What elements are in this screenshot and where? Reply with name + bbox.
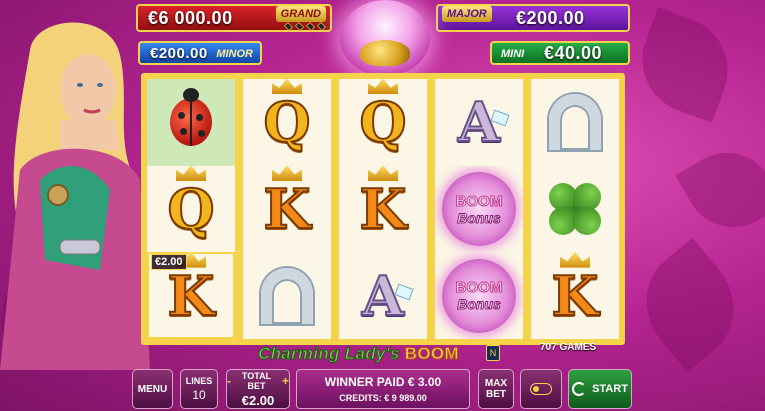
charming-lady-illustration [0,22,150,370]
boom-text: BOOM [455,192,503,210]
major-jackpot: MAJOR €200.00 [436,4,630,32]
minor-jackpot-label: MINOR [216,48,253,60]
grand-jackpot-label: GRAND [275,6,326,22]
reel-cell [147,79,235,166]
major-jackpot-label: MAJOR [442,6,492,22]
reel-3: QKA [339,79,427,339]
ladybug-icon [170,88,212,147]
symbol-k: K [167,252,215,329]
crown-icon [271,79,302,95]
control-bar: MENU LINES 10 - TOTAL BET + €2.00 WINNER… [0,364,765,411]
horseshoe-icon [549,94,601,151]
symbol-k: K [263,165,311,242]
crown-icon [272,165,302,181]
total-bet-label: TOTAL BET [241,370,272,391]
reel-cell: A [339,252,427,339]
reel-5: K [531,79,619,339]
boom-text: BOOM [455,279,503,297]
reel-cell: K [531,252,619,339]
horseshoe-icon [261,267,313,324]
diamond-icon [490,109,510,127]
start-label: START [592,383,628,395]
reel-cell: A [435,79,523,166]
bet-minus-button[interactable]: - [227,374,231,388]
minor-jackpot: €200.00 MINOR [138,41,262,65]
bonus-text: Bonus [457,296,502,313]
spin-icon [572,382,587,396]
winner-paid-text: WINNER PAID € 3.00 [324,375,442,389]
toggle-icon [530,383,552,395]
reel-grid: Q K €2.00 Q K Q K A A BOOM Bonus BOOM Bonus K [147,79,619,339]
reel-frame[interactable]: Q K €2.00 Q K Q K A A BOOM Bonus BOOM Bonus K [141,73,625,345]
reel-cell: K [339,165,427,253]
background-leaf [675,135,765,245]
symbol-q: Q [166,165,216,242]
diamond-icon [394,283,414,301]
reel-2: QK [243,79,331,339]
game-logo: Charming Lady's BOOM [258,344,460,364]
reel-1: Q K €2.00 [147,79,235,339]
lines-value: 10 [192,388,206,402]
reel-cell: K [243,165,331,253]
background-leaf [627,7,743,123]
boom-bonus-icon: BOOM Bonus [442,258,516,333]
reel-cell: Q [243,79,331,166]
lines-label: LINES [185,376,213,386]
bet-plus-button[interactable]: + [282,374,289,388]
symbol-a: A [361,263,414,329]
autoplay-toggle[interactable] [520,369,562,409]
start-button[interactable]: START [568,369,632,409]
reel-cell: K €2.00 [147,252,235,339]
logo-boom: BOOM [404,344,459,364]
novoline-badge-icon: N [486,345,500,361]
grand-gems-icon [283,21,327,32]
win-panel: WINNER PAID € 3.00 CREDITS: € 9 989.00 [296,369,470,409]
crown-icon [175,165,206,181]
gold-coins-icon [360,40,410,66]
studio-logo: 707 GAMES [540,342,597,353]
crown-icon [368,165,398,181]
reel-cell [531,166,619,253]
symbol-q: Q [358,79,408,155]
crown-icon [560,252,590,268]
reel-cell: Q [147,165,235,253]
reel-cell: BOOM Bonus [435,252,523,339]
symbol-k: K [551,252,599,329]
symbol-a: A [457,89,510,155]
win-amount-label: €2.00 [151,254,187,271]
grand-jackpot: €6 000.00 GRAND [136,4,332,32]
credits-text: CREDITS: € 9 989.00 [339,393,427,403]
grand-jackpot-value: €6 000.00 [148,7,233,28]
reel-cell [243,252,331,339]
reel-cell: Q [339,79,427,166]
mini-jackpot-label: MINI [501,48,525,60]
coin-orb-icon [340,0,430,76]
crown-icon [367,79,398,95]
clover-icon [545,179,605,239]
menu-button[interactable]: MENU [132,369,173,409]
max-bet-button[interactable]: MAX BET [478,369,514,409]
total-bet-value: €2.00 [241,392,275,408]
logo-text: Charming Lady's [258,344,400,364]
total-bet-control: - TOTAL BET + €2.00 [226,369,290,409]
reel-cell: BOOM Bonus [435,166,523,253]
background-leaf [623,237,757,373]
boom-bonus-icon: BOOM Bonus [442,172,516,246]
lines-display[interactable]: LINES 10 [180,369,218,409]
symbol-q: Q [262,79,312,155]
symbol-k: K [359,165,407,242]
bonus-text: Bonus [457,209,502,226]
mini-jackpot: MINI €40.00 [490,41,630,65]
reel-4: A BOOM Bonus BOOM Bonus [435,79,523,339]
minor-jackpot-value: €200.00 [150,44,208,62]
reel-cell [531,79,619,166]
